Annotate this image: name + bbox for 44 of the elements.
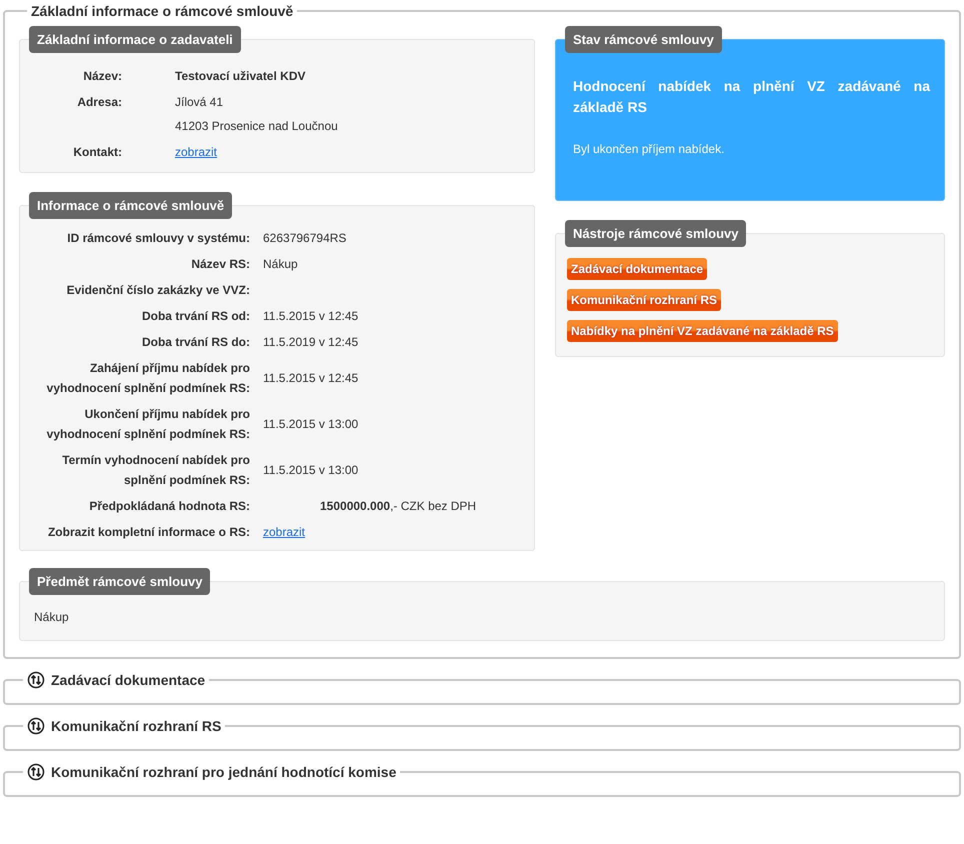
expand-collapse-icon[interactable] [27, 763, 45, 781]
field-value: 6263796794RS [263, 230, 348, 247]
field-label: Adresa: [76, 94, 122, 111]
section-title[interactable]: Zadávací dokumentace [51, 672, 206, 688]
field-value: 11.5.2015 v 12:45 [263, 370, 360, 387]
field-label: ID rámcové smlouvy v systému: [66, 230, 250, 247]
tool-button[interactable]: Nabídky na plnění VZ zadávané na základě RS [567, 320, 838, 342]
field-label: Ukončení příjmu nabídek pro vyhodnocení splnění podmínek RS: [46, 406, 250, 443]
field-value: Testovací uživatel KDV [175, 68, 306, 85]
field-label: Název: [82, 68, 122, 85]
field-label: Doba trvání RS od: [140, 308, 250, 325]
field-value: 41203 Prosenice nad Loučnou [175, 118, 339, 135]
field-label: Kontakt: [72, 144, 122, 161]
field-label: Doba trvání RS do: [140, 334, 250, 351]
tool-button[interactable]: Komunikační rozhraní RS [567, 289, 722, 311]
field-label: Evidenční číslo zakázky ve VVZ: [66, 282, 250, 299]
field-value: 11.5.2015 v 13:00 [263, 416, 360, 433]
expand-collapse-icon[interactable] [27, 671, 45, 689]
field-value: 1500000.000,- CZK bez DPH [319, 498, 478, 515]
field-label: Zahájení příjmu nabídek pro vyhodnocení splnění podmínek RS: [46, 360, 250, 397]
panel-title: Nástroje rámcové smlouvy [565, 220, 746, 247]
expand-collapse-icon[interactable] [27, 717, 45, 735]
show-link[interactable]: zobrazit [263, 522, 306, 542]
field-value: 11.5.2015 v 12:45 [263, 308, 360, 325]
panel-title: Základní informace o zadavateli [29, 26, 241, 53]
show-link[interactable]: zobrazit [175, 142, 522, 162]
panel-title: Předmět rámcové smlouvy [29, 568, 210, 595]
section-title: Základní informace o rámcové smlouvě [31, 3, 294, 19]
field-value: Nákup [263, 256, 299, 273]
field-value: 11.5.2015 v 13:00 [263, 462, 360, 479]
section-title[interactable]: Komunikační rozhraní RS [51, 718, 222, 734]
panel-title: Informace o rámcové smlouvě [29, 192, 232, 219]
field-label: Předpokládaná hodnota RS: [88, 498, 250, 515]
field-label: Zobrazit kompletní informace o RS: [46, 524, 250, 541]
section-title[interactable]: Komunikační rozhraní pro jednání hodnotící komise [51, 764, 396, 780]
panel-title: Stav rámcové smlouvy [565, 26, 722, 53]
tool-button[interactable]: Zadávací dokumentace [567, 258, 708, 280]
field-value: 11.5.2019 v 12:45 [263, 334, 360, 351]
field-label: Název RS: [190, 256, 250, 273]
field-value: Jílová 41 [175, 94, 224, 111]
subject-text: Nákup [34, 610, 69, 624]
field-label: Termín vyhodnocení nabídek pro splnění podmínek RS: [61, 452, 250, 489]
status-message: Byl ukončen příjem nabídek. [573, 142, 726, 156]
status-heading: Hodnocení nabídek na plnění VZ zadávané na základě RS [573, 77, 930, 117]
